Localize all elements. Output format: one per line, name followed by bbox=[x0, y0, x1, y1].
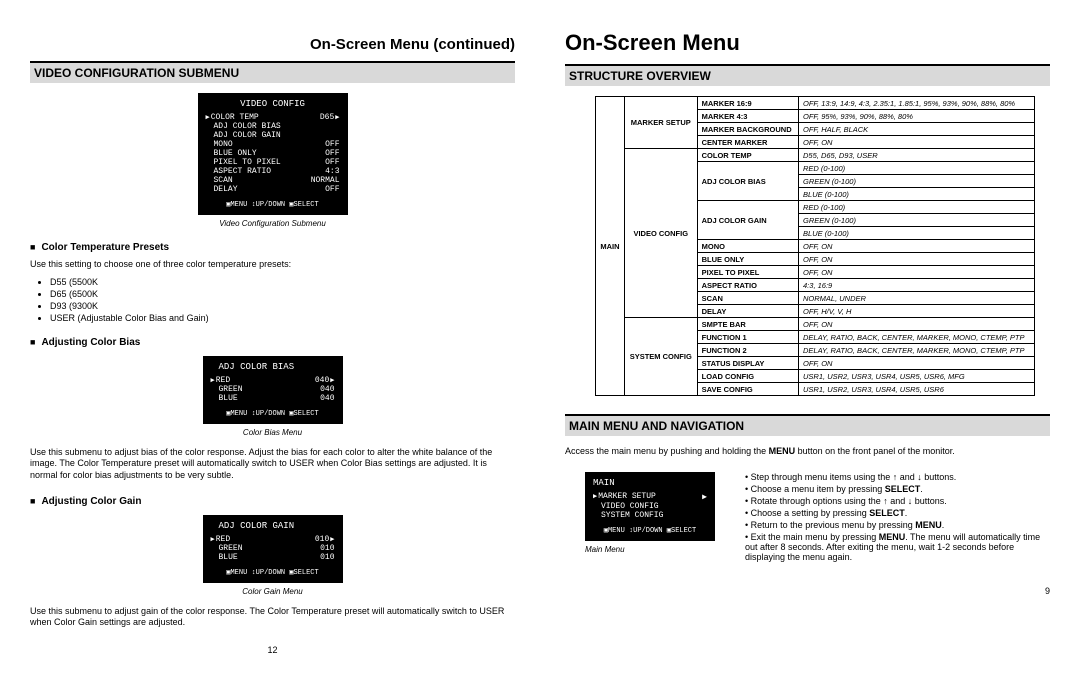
nav-steps: Step through menu items using the ↑ and … bbox=[745, 470, 1050, 564]
presets-desc: Use this setting to choose one of three … bbox=[30, 259, 515, 271]
video-config-caption: Video Configuration Submenu bbox=[30, 219, 515, 228]
color-bias-display: ADJ COLOR BIAS RED040 GREEN040 BLUE040 ▣… bbox=[203, 356, 343, 424]
right-main-title: On-Screen Menu bbox=[565, 30, 1050, 56]
color-temp-presets-head: Color Temperature Presets bbox=[30, 242, 515, 253]
color-gain-caption: Color Gain Menu bbox=[30, 587, 515, 596]
main-menu-display: MAIN MARKER SETUP▶ VIDEO CONFIG SYSTEM C… bbox=[585, 472, 715, 541]
presets-list: D55 (5500K D65 (6500K D93 (9300K USER (A… bbox=[50, 277, 515, 323]
bias-desc: Use this submenu to adjust bias of the c… bbox=[30, 447, 515, 482]
gain-desc: Use this submenu to adjust gain of the c… bbox=[30, 606, 515, 629]
nav-intro: Access the main menu by pushing and hold… bbox=[565, 446, 1050, 458]
left-section-bar: VIDEO CONFIGURATION SUBMENU bbox=[30, 61, 515, 83]
main-menu-caption: Main Menu bbox=[585, 545, 715, 554]
color-gain-head: Adjusting Color Gain bbox=[30, 496, 515, 507]
video-config-submenu-display: VIDEO CONFIG COLOR TEMPD65 ADJ COLOR BIA… bbox=[198, 93, 348, 215]
color-bias-head: Adjusting Color Bias bbox=[30, 337, 515, 348]
right-page-number: 9 bbox=[565, 586, 1050, 596]
left-column: On-Screen Menu (continued) VIDEO CONFIGU… bbox=[30, 30, 515, 655]
color-bias-caption: Color Bias Menu bbox=[30, 428, 515, 437]
right-column: On-Screen Menu STRUCTURE OVERVIEW MAIN M… bbox=[565, 30, 1050, 655]
color-gain-display: ADJ COLOR GAIN RED010 GREEN010 BLUE010 ▣… bbox=[203, 515, 343, 583]
left-continued-title: On-Screen Menu (continued) bbox=[30, 36, 515, 53]
structure-overview-bar: STRUCTURE OVERVIEW bbox=[565, 64, 1050, 86]
main-menu-nav-bar: MAIN MENU AND NAVIGATION bbox=[565, 414, 1050, 436]
left-page-number: 12 bbox=[30, 645, 515, 655]
structure-table: MAIN MARKER SETUP MARKER 16:9 OFF, 13:9,… bbox=[595, 96, 1035, 396]
